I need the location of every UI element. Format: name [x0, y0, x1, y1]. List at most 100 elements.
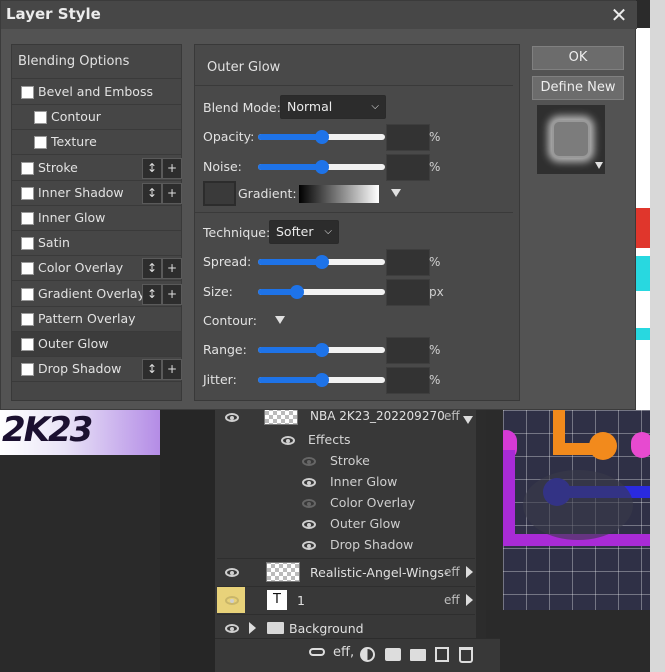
blending-options-item[interactable]: Blending Options [12, 45, 181, 79]
option-checkbox[interactable] [21, 338, 34, 351]
option-inner-shadow[interactable]: Inner Shadow ↕ + [12, 181, 182, 206]
option-pattern-overlay[interactable]: Pattern Overlay [12, 307, 181, 332]
link-icon[interactable] [309, 648, 325, 656]
layer-name[interactable]: NBA 2K23_202209270 [310, 409, 445, 423]
effect-item-inner-glow[interactable]: Inner Glow [330, 474, 397, 489]
collapse-arrow-icon[interactable] [463, 416, 473, 424]
option-gradient-overlay[interactable]: Gradient Overlay ↕ + [12, 282, 182, 307]
folder-icon[interactable] [410, 649, 426, 661]
new-layer-icon[interactable] [435, 647, 449, 662]
expand-arrow-icon[interactable] [466, 594, 473, 606]
effect-item-stroke[interactable]: Stroke [330, 453, 370, 468]
option-outer-glow[interactable]: Outer Glow [12, 332, 181, 357]
effect-item-outer-glow[interactable]: Outer Glow [330, 516, 401, 531]
eye-icon[interactable] [225, 413, 239, 422]
eye-icon[interactable] [302, 478, 316, 487]
layer-eff-label[interactable]: eff [444, 409, 460, 423]
ok-button[interactable]: OK [532, 46, 624, 70]
option-checkbox[interactable] [21, 161, 34, 175]
slider-knob[interactable] [315, 160, 329, 174]
window-scrollbar-edge[interactable] [650, 0, 665, 672]
define-new-button[interactable]: Define New [532, 76, 624, 100]
adjustment-icon[interactable] [360, 647, 375, 662]
option-checkbox[interactable] [21, 312, 34, 326]
glow-color-swatch[interactable] [203, 181, 236, 206]
eye-icon[interactable] [225, 624, 239, 633]
effect-item-drop-shadow[interactable]: Drop Shadow [330, 537, 413, 552]
mask-icon[interactable] [385, 648, 401, 661]
expand-arrow-icon[interactable] [466, 566, 473, 578]
eye-icon[interactable] [281, 436, 295, 445]
slider-knob[interactable] [290, 285, 304, 299]
layer-eff-label[interactable]: eff [444, 593, 460, 607]
option-checkbox[interactable] [21, 287, 34, 301]
layer-eff-label[interactable]: eff [444, 565, 460, 579]
reorder-icon[interactable]: ↕ [142, 359, 162, 381]
eye-icon[interactable] [302, 457, 316, 466]
dialog-titlebar[interactable]: Layer Style ✕ [1, 1, 637, 29]
option-checkbox[interactable] [21, 262, 34, 276]
add-icon[interactable]: + [162, 157, 182, 179]
group-name[interactable]: Background [289, 621, 364, 636]
option-bevel-and-emboss[interactable]: Bevel and Emboss [12, 80, 181, 105]
option-checkbox[interactable] [21, 86, 34, 99]
contour-dropdown-icon[interactable] [275, 316, 285, 324]
opacity-slider[interactable] [258, 130, 385, 144]
add-icon[interactable]: + [162, 182, 182, 204]
effect-item-color-overlay[interactable]: Color Overlay [330, 495, 415, 510]
option-satin[interactable]: Satin [12, 231, 181, 257]
option-color-overlay[interactable]: Color Overlay ↕ + [12, 256, 182, 282]
trash-icon[interactable] [459, 647, 473, 663]
spread-slider[interactable] [258, 255, 385, 269]
noise-input[interactable] [386, 154, 430, 181]
close-icon[interactable]: ✕ [607, 3, 631, 27]
layer-row-text[interactable]: T 1 eff [217, 586, 475, 613]
eye-icon[interactable] [302, 541, 316, 550]
add-icon[interactable]: + [162, 258, 182, 280]
option-checkbox[interactable] [21, 363, 34, 377]
slider-knob[interactable] [315, 373, 329, 387]
add-icon[interactable]: + [162, 359, 182, 381]
layer-name[interactable]: Realistic-Angel-Wings- [310, 565, 448, 580]
add-icon[interactable]: + [162, 283, 182, 305]
slider-knob[interactable] [315, 343, 329, 357]
gradient-dropdown-icon[interactable] [391, 189, 401, 197]
jitter-input[interactable] [386, 367, 430, 394]
reorder-icon[interactable]: ↕ [142, 258, 162, 280]
range-input[interactable] [386, 337, 430, 364]
noise-slider[interactable] [258, 160, 385, 174]
blend-mode-select[interactable]: Normal ⌵ [280, 95, 386, 119]
option-stroke[interactable]: Stroke ↕ + [12, 156, 182, 181]
slider-knob[interactable] [315, 255, 329, 269]
eye-icon[interactable] [225, 596, 239, 605]
reorder-icon[interactable]: ↕ [142, 157, 162, 179]
technique-select[interactable]: Softer ⌵ [269, 220, 339, 244]
size-input[interactable] [386, 279, 430, 306]
size-slider[interactable] [258, 285, 385, 299]
effects-icon[interactable]: eff, [333, 645, 354, 660]
expand-arrow-icon[interactable] [249, 622, 256, 634]
eye-icon[interactable] [225, 568, 239, 577]
gradient-preview[interactable] [299, 185, 379, 203]
layer-name[interactable]: 1 [297, 593, 305, 608]
preview-dropdown-icon[interactable] [595, 162, 603, 169]
option-checkbox[interactable] [21, 237, 34, 251]
slider-knob[interactable] [315, 130, 329, 144]
layers-scrollbar[interactable] [476, 410, 486, 646]
option-inner-glow[interactable]: Inner Glow [12, 206, 181, 231]
option-checkbox[interactable] [21, 212, 34, 225]
layer-row-wings[interactable]: Realistic-Angel-Wings- eff [217, 558, 475, 585]
eye-icon[interactable] [302, 520, 316, 529]
option-checkbox[interactable] [21, 186, 34, 200]
option-contour[interactable]: Contour [12, 105, 181, 131]
range-slider[interactable] [258, 343, 385, 357]
option-texture[interactable]: Texture [12, 130, 181, 156]
reorder-icon[interactable]: ↕ [142, 182, 162, 204]
eye-icon[interactable] [302, 499, 316, 508]
option-checkbox[interactable] [34, 136, 47, 150]
spread-input[interactable] [386, 249, 430, 276]
jitter-slider[interactable] [258, 373, 385, 387]
layer-row-background-group[interactable]: Background [217, 614, 475, 641]
opacity-input[interactable] [386, 124, 430, 151]
option-drop-shadow[interactable]: Drop Shadow ↕ + [12, 357, 182, 383]
